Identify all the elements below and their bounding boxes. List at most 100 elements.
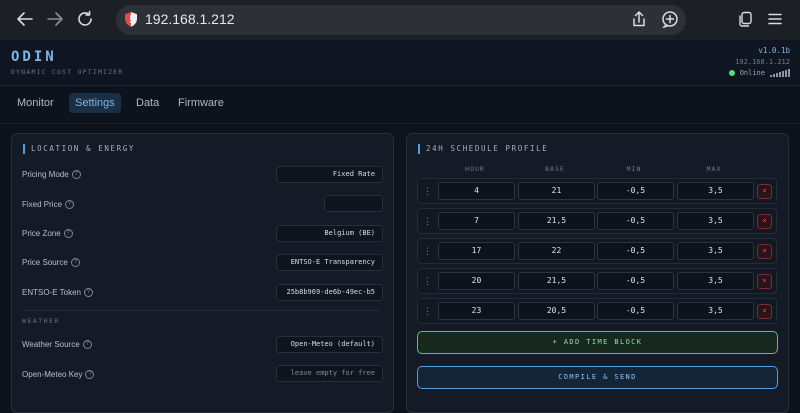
base-input[interactable]: 21,5 (518, 272, 595, 290)
pricing-mode-label: Pricing Mode ? (22, 170, 81, 179)
base-input[interactable]: 22 (518, 242, 595, 260)
location-energy-panel: LOCATION & ENERGY Pricing Mode ? Fixed R… (11, 133, 394, 413)
weather-source-label: Weather Source ? (22, 340, 92, 349)
help-icon[interactable]: ? (82, 340, 92, 349)
status-dot-icon (728, 70, 735, 76)
app-logo: ODIN (11, 49, 57, 65)
column-header-hour: HOUR (465, 165, 485, 173)
delete-row-button[interactable]: × (757, 304, 772, 319)
max-input[interactable]: 3,5 (677, 272, 754, 290)
tab-firmware[interactable]: Firmware (172, 93, 230, 113)
base-input[interactable]: 20,5 (518, 302, 595, 320)
fixed-price-text: Fixed Price (22, 200, 63, 209)
assistant-icon[interactable] (661, 10, 679, 33)
openmeteo-key-label: Open-Meteo Key ? (22, 370, 95, 379)
forward-icon[interactable] (44, 8, 66, 30)
delete-row-button[interactable]: × (757, 184, 772, 199)
main-tabs: Monitor Settings Data Firmware (0, 86, 800, 124)
compile-send-button[interactable]: COMPILE & SEND (417, 366, 778, 389)
schedule-row: ⋮ 17 22 -0,5 3,5 × (417, 238, 777, 264)
price-zone-select[interactable]: Belgium (BE) (276, 225, 383, 242)
status-text: Online (739, 69, 765, 77)
signal-strength-icon (770, 69, 790, 77)
column-header-min: MIN (626, 165, 642, 173)
add-time-block-button[interactable]: + ADD TIME BLOCK (417, 331, 778, 354)
weather-source-text: Weather Source (22, 340, 80, 349)
tab-settings[interactable]: Settings (69, 93, 121, 113)
pricing-mode-text: Pricing Mode (22, 170, 69, 179)
url-text: 192.168.1.212 (145, 11, 235, 27)
hour-input[interactable]: 17 (438, 242, 515, 260)
app-tagline: DYNAMIC COST OPTIMIZER (11, 68, 124, 76)
price-source-text: Price Source (22, 258, 68, 267)
min-input[interactable]: -0,5 (597, 302, 674, 320)
max-input[interactable]: 3,5 (677, 212, 754, 230)
tab-data[interactable]: Data (130, 93, 165, 113)
delete-row-button[interactable]: × (757, 244, 772, 259)
panel-title: 24H SCHEDULE PROFILE (418, 144, 548, 154)
openmeteo-key-input[interactable]: leave empty for free (276, 365, 383, 382)
drag-handle-icon[interactable]: ⋮ (423, 305, 432, 317)
menu-icon[interactable] (764, 8, 786, 30)
schedule-row: ⋮ 7 21,5 -0,5 3,5 × (417, 208, 777, 234)
fixed-price-input[interactable] (324, 195, 383, 212)
back-icon[interactable] (14, 8, 36, 30)
price-source-select[interactable]: ENTSO-E Transparency (276, 254, 383, 271)
min-input[interactable]: -0,5 (597, 242, 674, 260)
insecure-shield-icon[interactable] (123, 11, 139, 33)
drag-handle-icon[interactable]: ⋮ (423, 245, 432, 257)
min-input[interactable]: -0,5 (597, 182, 674, 200)
help-icon[interactable]: ? (70, 258, 80, 267)
panel-title: LOCATION & ENERGY (23, 144, 135, 154)
tabs-icon[interactable] (735, 8, 757, 30)
drag-handle-icon[interactable]: ⋮ (423, 275, 432, 287)
price-zone-text: Price Zone (22, 229, 61, 238)
fixed-price-label: Fixed Price ? (22, 200, 75, 209)
max-input[interactable]: 3,5 (677, 242, 754, 260)
weather-section-label: WEATHER (22, 317, 60, 325)
tab-monitor[interactable]: Monitor (11, 93, 60, 113)
browser-toolbar: 192.168.1.212 (0, 0, 800, 40)
reload-icon[interactable] (74, 8, 96, 30)
help-icon[interactable]: ? (63, 229, 73, 238)
firmware-version: v1.0.1b (758, 46, 790, 55)
entsoe-token-text: ENTSO-E Token (22, 288, 81, 297)
column-header-max: MAX (706, 165, 722, 173)
drag-handle-icon[interactable]: ⋮ (423, 215, 432, 227)
drag-handle-icon[interactable]: ⋮ (423, 185, 432, 197)
hour-input[interactable]: 20 (438, 272, 515, 290)
hour-input[interactable]: 4 (438, 182, 515, 200)
help-icon[interactable]: ? (83, 288, 93, 297)
entsoe-token-label: ENTSO-E Token ? (22, 288, 93, 297)
section-divider (22, 310, 381, 311)
pricing-mode-select[interactable]: Fixed Rate (276, 166, 383, 183)
delete-row-button[interactable]: × (757, 214, 772, 229)
base-input[interactable]: 21,5 (518, 212, 595, 230)
address-bar[interactable]: 192.168.1.212 (116, 5, 686, 35)
min-input[interactable]: -0,5 (597, 212, 674, 230)
delete-row-button[interactable]: × (757, 274, 772, 289)
connection-status: Online (728, 69, 790, 77)
help-icon[interactable]: ? (65, 200, 75, 209)
schedule-row: ⋮ 23 20,5 -0,5 3,5 × (417, 298, 777, 324)
entsoe-token-input[interactable]: 25b8b969-de6b-49ec-b5 (276, 284, 383, 301)
help-icon[interactable]: ? (85, 370, 95, 379)
openmeteo-key-text: Open-Meteo Key (22, 370, 83, 379)
app-header: ODIN DYNAMIC COST OPTIMIZER v1.0.1b 192.… (0, 40, 800, 86)
schedule-row: ⋮ 4 21 -0,5 3,5 × (417, 178, 777, 204)
price-zone-label: Price Zone ? (22, 229, 73, 238)
base-input[interactable]: 21 (518, 182, 595, 200)
max-input[interactable]: 3,5 (677, 302, 754, 320)
weather-source-select[interactable]: Open-Meteo (default) (276, 336, 383, 353)
column-header-base: BASE (545, 165, 565, 173)
hour-input[interactable]: 23 (438, 302, 515, 320)
max-input[interactable]: 3,5 (677, 182, 754, 200)
hour-input[interactable]: 7 (438, 212, 515, 230)
price-source-label: Price Source ? (22, 258, 80, 267)
help-icon[interactable]: ? (71, 170, 81, 179)
schedule-row: ⋮ 20 21,5 -0,5 3,5 × (417, 268, 777, 294)
min-input[interactable]: -0,5 (597, 272, 674, 290)
share-icon[interactable] (630, 10, 648, 33)
device-ip: 192.168.1.212 (735, 58, 790, 66)
schedule-panel: 24H SCHEDULE PROFILE HOUR BASE MIN MAX ⋮… (406, 133, 789, 413)
